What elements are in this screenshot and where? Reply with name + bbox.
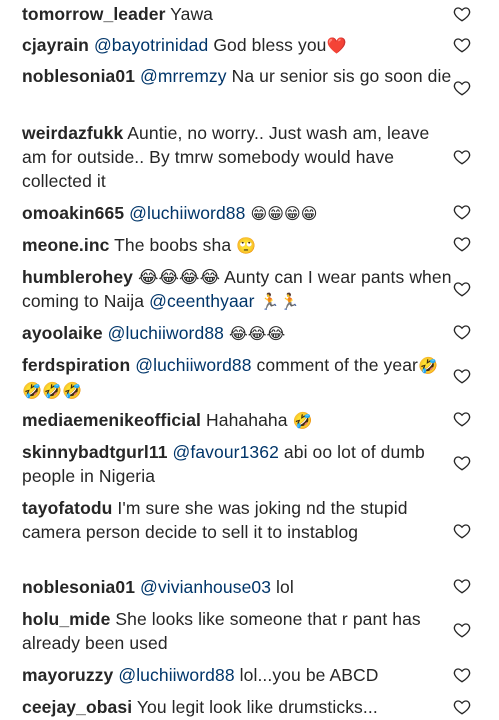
comment-username[interactable]: mayoruzzy: [22, 665, 113, 685]
comment-mention[interactable]: @luchiiword88: [129, 203, 245, 223]
heart-outline-icon[interactable]: [453, 367, 471, 385]
comment-username[interactable]: tomorrow_leader: [22, 4, 165, 24]
heart-outline-icon[interactable]: [453, 621, 471, 639]
comment-text: Na ur senior sis go soon die: [231, 66, 452, 86]
comment-text: comment of the year: [256, 355, 418, 375]
comment-text: You legit look like drumsticks...: [136, 697, 378, 717]
comment-username[interactable]: noblesonia01: [22, 577, 135, 597]
comment-username[interactable]: ferdspiration: [22, 355, 130, 375]
heart-outline-icon[interactable]: [453, 666, 471, 684]
heart-outline-icon[interactable]: [453, 577, 471, 595]
comment-item: ceejay_obasi You legit look like drumsti…: [22, 695, 452, 719]
comment-username[interactable]: noblesonia01: [22, 66, 135, 86]
comment-item: ayoolaike @luchiiword88 😂😂😂: [22, 321, 452, 346]
comment-text: Hahahaha: [206, 410, 288, 430]
comment-item: ferdspiration @luchiiword88 comment of t…: [22, 353, 452, 403]
comment-item: noblesonia01 @mrremzy Na ur senior sis g…: [22, 64, 452, 88]
heart-outline-icon[interactable]: [453, 148, 471, 166]
comment-mention[interactable]: @favour1362: [173, 442, 279, 462]
heart-outline-icon[interactable]: [453, 203, 471, 221]
comment-emoji: 😂😂😂: [228, 324, 286, 343]
comment-item: meone.inc The boobs sha 🙄: [22, 233, 452, 258]
comment-username[interactable]: skinnybadtgurl11: [22, 442, 168, 462]
heart-outline-icon[interactable]: [453, 79, 471, 97]
comment-mention[interactable]: @luchiiword88: [135, 355, 251, 375]
comment-emoji: 🤣: [292, 411, 313, 430]
comment-item: mayoruzzy @luchiiword88 lol...you be ABC…: [22, 663, 452, 687]
comment-username[interactable]: weirdazfukk: [22, 123, 123, 143]
comment-item: omoakin665 @luchiiword88 😁😁😁😁: [22, 201, 452, 226]
comment-username[interactable]: ceejay_obasi: [22, 697, 132, 717]
comment-username[interactable]: humblerohey: [22, 267, 133, 287]
comment-mention[interactable]: @luchiiword88: [108, 323, 224, 343]
comment-mention[interactable]: @mrremzy: [140, 66, 227, 86]
comment-text: Yawa: [170, 4, 214, 24]
comment-text: The boobs sha: [114, 235, 232, 255]
comments-list: tomorrow_leader Yawa cjayrain @bayotrini…: [0, 0, 499, 720]
heart-outline-icon[interactable]: [453, 280, 471, 298]
comment-mention[interactable]: @luchiiword88: [118, 665, 234, 685]
comment-mention[interactable]: @bayotrinidad: [94, 35, 208, 55]
heart-outline-icon[interactable]: [453, 698, 471, 716]
comment-username[interactable]: mediaemenikeofficial: [22, 410, 201, 430]
comment-username[interactable]: holu_mide: [22, 609, 110, 629]
heart-outline-icon[interactable]: [453, 36, 471, 54]
comment-item: mediaemenikeofficial Hahahaha 🤣: [22, 408, 452, 433]
comment-item: skinnybadtgurl11 @favour1362 abi oo lot …: [22, 440, 452, 488]
heart-outline-icon[interactable]: [453, 454, 471, 472]
comment-item: holu_mide She looks like someone that r …: [22, 607, 452, 655]
heart-outline-icon[interactable]: [453, 235, 471, 253]
comment-emoji: 😁😁😁😁: [250, 204, 318, 223]
comment-username[interactable]: omoakin665: [22, 203, 124, 223]
comment-username[interactable]: cjayrain: [22, 35, 89, 55]
heart-outline-icon[interactable]: [453, 522, 471, 540]
heart-outline-icon[interactable]: [453, 5, 471, 23]
comment-text: lol: [276, 577, 294, 597]
comment-text: lol...you be ABCD: [239, 665, 379, 685]
comment-username[interactable]: ayoolaike: [22, 323, 103, 343]
heart-outline-icon[interactable]: [453, 410, 471, 428]
heart-outline-icon[interactable]: [453, 323, 471, 341]
comment-emoji: ❤️: [326, 36, 347, 55]
comment-item: cjayrain @bayotrinidad God bless you❤️: [22, 33, 452, 58]
comment-username[interactable]: meone.inc: [22, 235, 109, 255]
comment-item: tomorrow_leader Yawa: [22, 2, 452, 26]
comment-mention[interactable]: @ceenthyaar: [149, 291, 254, 311]
comment-text: God bless you: [213, 35, 327, 55]
comment-item: noblesonia01 @vivianhouse03 lol: [22, 575, 452, 599]
comment-emoji: 🙄: [236, 236, 257, 255]
comment-item: weirdazfukk Auntie, no worry.. Just wash…: [22, 121, 452, 193]
comment-mention[interactable]: @vivianhouse03: [140, 577, 271, 597]
comment-item: humblerohey 😂😂😂😂 Aunty can I wear pants …: [22, 265, 452, 314]
comment-emoji: 🏃🏃: [259, 292, 300, 311]
comment-item: tayofatodu I'm sure she was joking nd th…: [22, 496, 452, 544]
comment-username[interactable]: tayofatodu: [22, 498, 112, 518]
